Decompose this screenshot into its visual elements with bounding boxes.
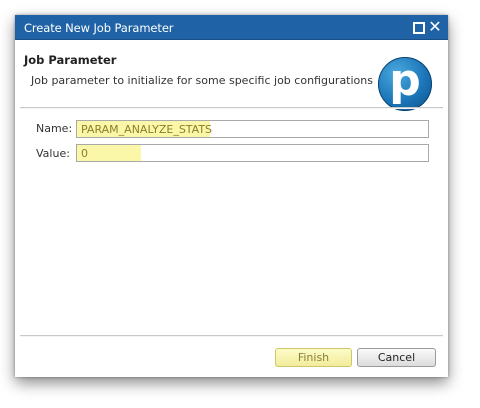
header-section: Job Parameter Job parameter to initializ… — [15, 40, 448, 122]
dialog-window: Create New Job Parameter ✕ Job Parameter… — [15, 15, 448, 377]
header-divider — [20, 107, 443, 109]
close-icon[interactable]: ✕ — [427, 19, 443, 35]
title-bar[interactable]: Create New Job Parameter ✕ — [15, 15, 448, 40]
footer-divider — [20, 335, 443, 337]
name-label: Name: — [36, 122, 73, 135]
header-description: Job parameter to initialize for some spe… — [31, 74, 373, 87]
value-input[interactable]: 0 — [76, 144, 429, 162]
name-input[interactable]: PARAM_ANALYZE_STATS — [76, 120, 429, 138]
restore-icon[interactable] — [410, 19, 426, 35]
finish-button[interactable]: Finish — [275, 348, 352, 367]
logo-letter: p — [389, 55, 421, 106]
value-input-value: 0 — [81, 147, 88, 160]
product-logo: p — [378, 55, 432, 111]
value-label: Value: — [36, 147, 70, 160]
cancel-button[interactable]: Cancel — [357, 348, 436, 367]
window-title: Create New Job Parameter — [24, 21, 174, 35]
name-input-value: PARAM_ANALYZE_STATS — [81, 123, 213, 136]
header-title: Job Parameter — [24, 53, 117, 67]
